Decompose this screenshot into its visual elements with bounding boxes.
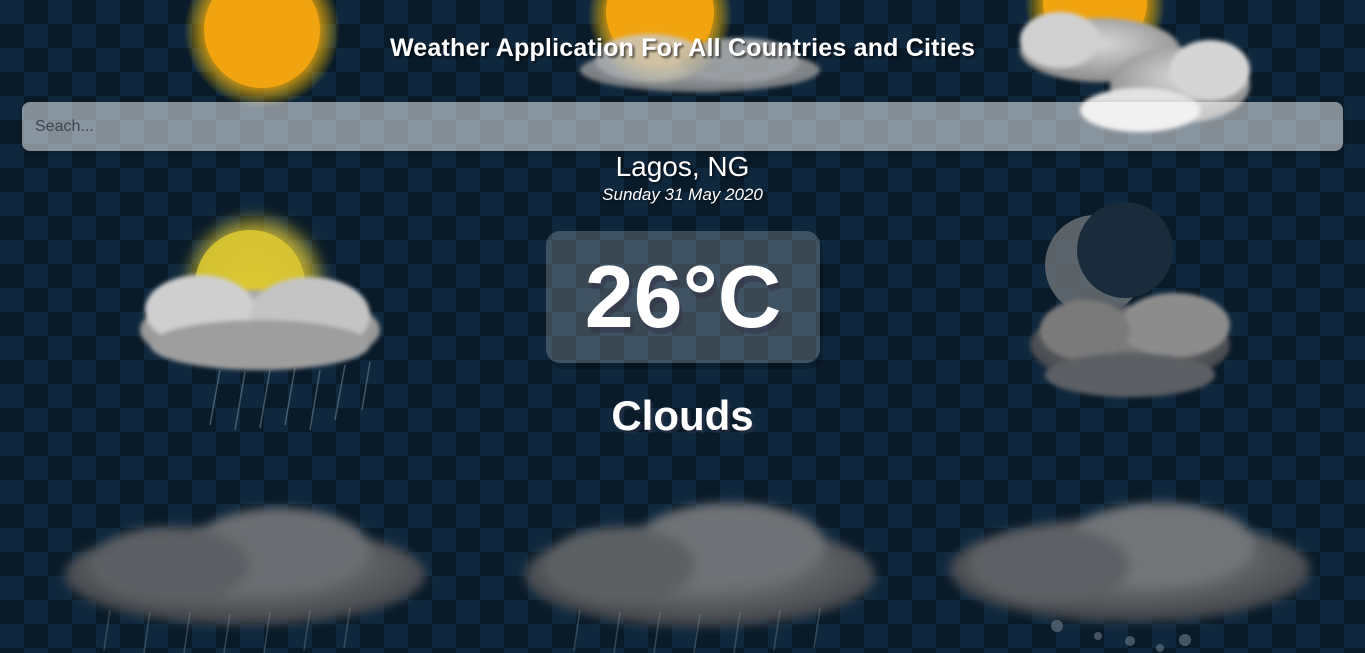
weather-app: Weather Application For All Countries an…: [0, 0, 1365, 653]
search-input[interactable]: [22, 102, 1343, 151]
page-title: Weather Application For All Countries an…: [389, 34, 976, 62]
weather-condition: Clouds: [611, 392, 754, 439]
temperature-display: 26°C: [546, 231, 820, 363]
location-date: Sunday 31 May 2020: [602, 185, 763, 204]
location-name: Lagos, NG: [615, 151, 750, 182]
